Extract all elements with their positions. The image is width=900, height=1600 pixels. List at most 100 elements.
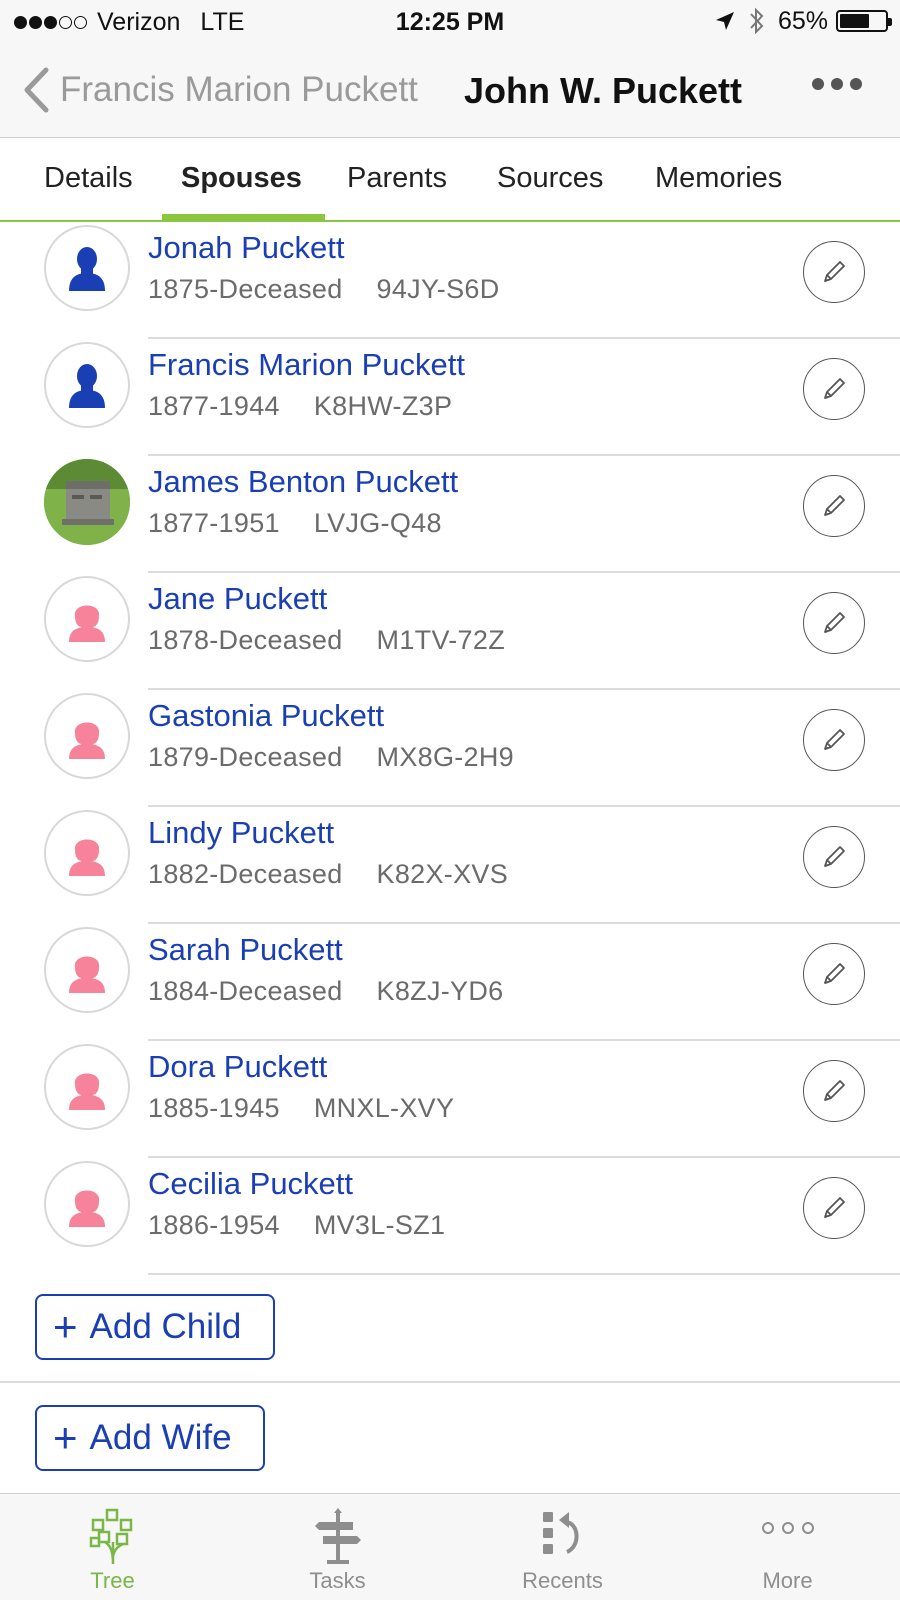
child-row[interactable]: Cecilia Puckett 1886-1954 MV3L-SZ1 — [0, 1158, 900, 1275]
avatar[interactable] — [44, 927, 130, 1013]
pencil-icon — [824, 612, 845, 633]
child-row[interactable]: Lindy Puckett 1882-Deceased K82X-XVS — [0, 807, 900, 924]
battery-icon — [836, 10, 892, 32]
avatar[interactable] — [44, 1161, 130, 1247]
location-arrow-icon — [715, 12, 734, 30]
bluetooth-icon — [750, 7, 764, 35]
edit-button[interactable] — [803, 358, 865, 420]
avatar[interactable] — [44, 459, 130, 545]
child-meta: 1879-Deceased MX8G-2H9 — [148, 742, 514, 773]
child-lifespan: 1884-Deceased — [148, 976, 343, 1006]
child-pid: MX8G-2H9 — [376, 742, 514, 772]
tabbar-tasks[interactable]: Tasks — [225, 1494, 450, 1600]
edit-button[interactable] — [803, 592, 865, 654]
back-button[interactable]: Francis Marion Puckett — [22, 66, 418, 114]
tree-icon — [89, 1508, 132, 1565]
tabbar-more-label: More — [762, 1568, 813, 1593]
avatar[interactable] — [44, 225, 130, 311]
tab-spouses[interactable]: Spouses — [181, 162, 302, 195]
child-name[interactable]: Cecilia Puckett — [148, 1166, 353, 1202]
child-row[interactable]: Jonah Puckett 1875-Deceased 94JY-S6D — [0, 222, 900, 339]
child-lifespan: 1879-Deceased — [148, 742, 343, 772]
child-name[interactable]: Gastonia Puckett — [148, 698, 384, 734]
child-name[interactable]: Sarah Puckett — [148, 932, 343, 968]
chevron-left-icon — [24, 67, 49, 113]
battery-percent: 65% — [777, 6, 828, 35]
child-pid: M1TV-72Z — [376, 625, 505, 655]
child-pid: K82X-XVS — [376, 859, 509, 889]
male-silhouette-icon — [69, 247, 105, 291]
child-lifespan: 1877-1944 — [148, 391, 280, 421]
more-dots-icon — [761, 1522, 814, 1534]
female-silhouette-icon — [69, 839, 105, 876]
female-silhouette-icon — [69, 605, 105, 642]
avatar[interactable] — [44, 576, 130, 662]
pencil-icon — [824, 495, 845, 516]
signpost-icon — [314, 1508, 361, 1564]
child-row[interactable]: Jane Puckett 1878-Deceased M1TV-72Z — [0, 573, 900, 690]
child-meta: 1886-1954 MV3L-SZ1 — [148, 1210, 445, 1241]
tab-parents[interactable]: Parents — [347, 162, 447, 195]
pencil-icon — [824, 963, 845, 984]
tabbar-recents-label: Recents — [522, 1568, 603, 1593]
tab-sources[interactable]: Sources — [497, 162, 603, 195]
female-silhouette-icon — [69, 1190, 105, 1227]
child-lifespan: 1882-Deceased — [148, 859, 343, 889]
pencil-icon — [824, 729, 845, 750]
divider — [0, 1381, 900, 1383]
child-row[interactable]: Dora Puckett 1885-1945 MNXL-XVY — [0, 1041, 900, 1158]
add-wife-button[interactable]: + Add Wife — [35, 1405, 265, 1471]
child-lifespan: 1877-1951 — [148, 508, 280, 538]
child-name[interactable]: Lindy Puckett — [148, 815, 334, 851]
female-silhouette-icon — [69, 956, 105, 993]
tabbar-tree[interactable]: Tree — [0, 1494, 225, 1600]
pencil-icon — [824, 1080, 845, 1101]
person-tabs: Details Spouses Parents Sources Memories — [0, 138, 900, 222]
child-name[interactable]: James Benton Puckett — [148, 464, 458, 500]
edit-button[interactable] — [803, 1177, 865, 1239]
avatar[interactable] — [44, 1044, 130, 1130]
plus-icon: + — [53, 1303, 78, 1350]
child-pid: 94JY-S6D — [376, 274, 500, 304]
child-name[interactable]: Dora Puckett — [148, 1049, 327, 1085]
pencil-icon — [824, 1197, 845, 1218]
female-silhouette-icon — [69, 1073, 105, 1110]
child-lifespan: 1875-Deceased — [148, 274, 343, 304]
add-child-label: Add Child — [89, 1307, 242, 1346]
gravestone-photo — [44, 459, 130, 545]
row-divider — [148, 1273, 900, 1275]
child-row[interactable]: Sarah Puckett 1884-Deceased K8ZJ-YD6 — [0, 924, 900, 1041]
plus-icon: + — [53, 1414, 78, 1461]
tab-memories[interactable]: Memories — [655, 162, 782, 195]
add-child-button[interactable]: + Add Child — [35, 1294, 275, 1360]
edit-button[interactable] — [803, 826, 865, 888]
avatar[interactable] — [44, 810, 130, 896]
tabbar-more[interactable]: More — [675, 1494, 900, 1600]
tabbar-recents[interactable]: Recents — [450, 1494, 675, 1600]
pencil-icon — [824, 261, 845, 282]
status-right: 65% — [714, 6, 892, 36]
avatar[interactable] — [44, 342, 130, 428]
pencil-icon — [824, 846, 845, 867]
child-name[interactable]: Jonah Puckett — [148, 230, 344, 266]
child-row[interactable]: Francis Marion Puckett 1877-1944 K8HW-Z3P — [0, 339, 900, 456]
child-name[interactable]: Jane Puckett — [148, 581, 327, 617]
edit-button[interactable] — [803, 709, 865, 771]
child-name[interactable]: Francis Marion Puckett — [148, 347, 465, 383]
edit-button[interactable] — [803, 241, 865, 303]
page-title: John W. Puckett — [464, 70, 743, 111]
child-meta: 1882-Deceased K82X-XVS — [148, 859, 508, 890]
edit-button[interactable] — [803, 943, 865, 1005]
child-row[interactable]: James Benton Puckett 1877-1951 LVJG-Q48 — [0, 456, 900, 573]
child-pid: MNXL-XVY — [313, 1093, 455, 1123]
child-pid: K8ZJ-YD6 — [376, 976, 504, 1006]
children-list: Jonah Puckett 1875-Deceased 94JY-S6D Franci… — [0, 222, 900, 1275]
status-bar: Verizon LTE 12:25 PM 65% — [0, 0, 900, 44]
recents-icon — [542, 1512, 578, 1554]
avatar[interactable] — [44, 693, 130, 779]
edit-button[interactable] — [803, 475, 865, 537]
more-options-icon[interactable] — [805, 78, 862, 90]
tab-details[interactable]: Details — [44, 162, 133, 195]
edit-button[interactable] — [803, 1060, 865, 1122]
child-row[interactable]: Gastonia Puckett 1879-Deceased MX8G-2H9 — [0, 690, 900, 807]
